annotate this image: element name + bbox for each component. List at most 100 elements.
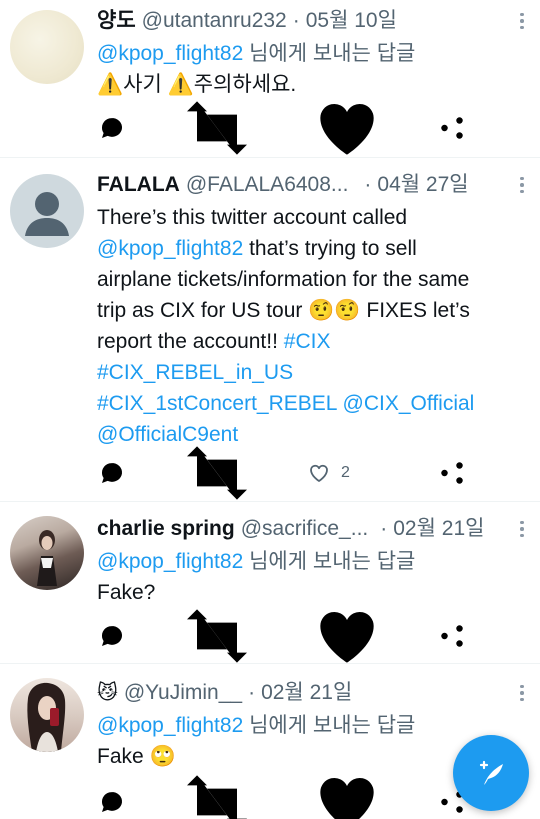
compose-tweet-button[interactable]: [453, 735, 529, 811]
profile-photo: [27, 682, 66, 752]
profile-photo: [37, 530, 57, 586]
reply-button[interactable]: [97, 113, 127, 143]
warning-emoji: ⚠️: [97, 73, 124, 96]
reply-context: @kpop_flight82 님에게 보내는 답글: [97, 710, 510, 741]
compose-icon: [479, 760, 503, 785]
retweet-button[interactable]: [177, 88, 257, 168]
reply-context: @kpop_flight82 님에게 보내는 답글: [97, 546, 510, 577]
separator: ·: [380, 517, 388, 540]
retweet-icon: [187, 446, 247, 500]
like-button[interactable]: [307, 762, 387, 819]
tweet-header: 😼 @YuJimin__ · 02월 21일: [97, 676, 510, 710]
retweet-button[interactable]: [177, 433, 257, 513]
like-icon: [320, 103, 374, 155]
like-button[interactable]: 2: [307, 461, 387, 485]
share-icon: [441, 462, 463, 484]
share-button[interactable]: [437, 458, 467, 488]
tweet-actions: [97, 609, 467, 663]
hashtag-link[interactable]: #CIX_REBEL_in_US: [97, 361, 293, 384]
text-segment: Fake: [97, 745, 144, 768]
hashtag-link[interactable]: #CIX: [284, 330, 331, 353]
text-line: airplane tickets/information for the sam…: [97, 268, 470, 291]
tweet-header: FALALA @FALALA6408... · 04월 27일: [97, 168, 510, 202]
reply-to-label: 님에게 보내는 답글: [249, 550, 416, 573]
more-icon[interactable]: [512, 173, 532, 197]
text-line: There’s this twitter account called: [97, 206, 408, 229]
more-icon[interactable]: [512, 517, 532, 541]
avatar[interactable]: [10, 516, 84, 590]
separator: ·: [364, 173, 372, 196]
text-line: trip as CIX for US tour 🤨🤨 FIXES let’s: [97, 295, 510, 326]
more-icon[interactable]: [512, 9, 532, 33]
user-handle[interactable]: @utantanru232: [142, 4, 287, 38]
display-name[interactable]: charlie spring: [97, 512, 235, 546]
more-icon[interactable]: [512, 681, 532, 705]
tweet-date[interactable]: 02월 21일: [393, 512, 484, 546]
tweet-actions: 2: [97, 446, 467, 500]
mention-link[interactable]: @kpop_flight82: [97, 237, 243, 260]
separator: ·: [292, 9, 300, 32]
text-line: report the account!! #CIX: [97, 326, 510, 357]
avatar[interactable]: [10, 10, 84, 84]
retweet-button[interactable]: [177, 762, 257, 819]
tweet-date[interactable]: 02월 21일: [261, 676, 352, 710]
reply-icon: [101, 792, 122, 812]
reply-to-label: 님에게 보내는 답글: [249, 42, 416, 65]
tweet-3[interactable]: charlie spring @sacrifice_... · 02월 21일 …: [0, 502, 540, 664]
like-icon: [320, 778, 374, 819]
text-line: #CIX_REBEL_in_US: [97, 357, 510, 388]
reply-to-mention[interactable]: @kpop_flight82: [97, 714, 243, 737]
reply-button[interactable]: [97, 787, 127, 817]
avatar[interactable]: [10, 678, 84, 752]
cat-emoji-name[interactable]: 😼: [97, 676, 118, 710]
tweet-text: There’s this twitter account called @kpo…: [97, 202, 510, 450]
tweet-header: 양도 @utantanru232 · 05월 10일: [97, 4, 510, 38]
like-button[interactable]: [307, 88, 387, 168]
tweet-date[interactable]: 05월 10일: [306, 4, 397, 38]
tweet-text: Fake 🙄: [97, 741, 510, 772]
text-segment: report the account!!: [97, 330, 284, 353]
avatar[interactable]: [10, 174, 84, 248]
text-line: #CIX_1stConcert_REBEL @CIX_Official: [97, 388, 510, 419]
tweet-2[interactable]: FALALA @FALALA6408... · 04월 27일 There’s …: [0, 158, 540, 502]
eye-roll-emoji: 🙄: [149, 745, 176, 768]
tweet-text: Fake?: [97, 581, 156, 604]
reply-button[interactable]: [97, 621, 127, 651]
text-segment: trip as CIX for US tour: [97, 299, 309, 322]
display-name[interactable]: FALALA: [97, 168, 180, 202]
share-button[interactable]: [437, 621, 467, 651]
user-handle[interactable]: @YuJimin__: [124, 676, 242, 710]
tweet-actions: [97, 101, 467, 155]
share-icon: [441, 117, 463, 139]
hashtag-link[interactable]: #CIX_1stConcert_REBEL: [97, 392, 337, 415]
user-handle[interactable]: @FALALA6408...: [186, 168, 349, 202]
text-segment: FIXES let’s: [360, 299, 470, 322]
reply-to-mention[interactable]: @kpop_flight82: [97, 550, 243, 573]
reply-context: @kpop_flight82 님에게 보내는 답글: [97, 38, 510, 69]
default-avatar-icon: [25, 192, 69, 236]
text-segment: 사기: [123, 73, 168, 96]
tweet-4[interactable]: 😼 @YuJimin__ · 02월 21일 @kpop_flight82 님에…: [0, 664, 540, 819]
mention-link[interactable]: @CIX_Official: [343, 392, 475, 415]
like-icon: [310, 464, 328, 482]
tweet-actions: [97, 775, 467, 819]
user-handle[interactable]: @sacrifice_...: [241, 512, 369, 546]
reply-icon: [101, 463, 122, 483]
tweet-text: ⚠️사기 ⚠️주의하세요.: [97, 69, 510, 100]
share-button[interactable]: [437, 113, 467, 143]
text-segment: that’s trying to sell: [243, 237, 417, 260]
separator: ·: [248, 681, 256, 704]
tweet-1[interactable]: 양도 @utantanru232 · 05월 10일 @kpop_flight8…: [0, 0, 540, 158]
tweet-date[interactable]: 04월 27일: [377, 168, 468, 202]
reply-button[interactable]: [97, 458, 127, 488]
reply-icon: [101, 626, 122, 646]
text-line: @kpop_flight82 that’s trying to sell: [97, 233, 510, 264]
share-icon: [441, 625, 463, 647]
text-line: @OfficialC9ent: [97, 419, 510, 450]
reply-to-label: 님에게 보내는 답글: [249, 714, 416, 737]
reply-to-mention[interactable]: @kpop_flight82: [97, 42, 243, 65]
display-name[interactable]: 양도: [97, 4, 136, 38]
reply-icon: [101, 118, 122, 138]
retweet-icon: [187, 101, 247, 155]
retweet-icon: [187, 775, 247, 819]
